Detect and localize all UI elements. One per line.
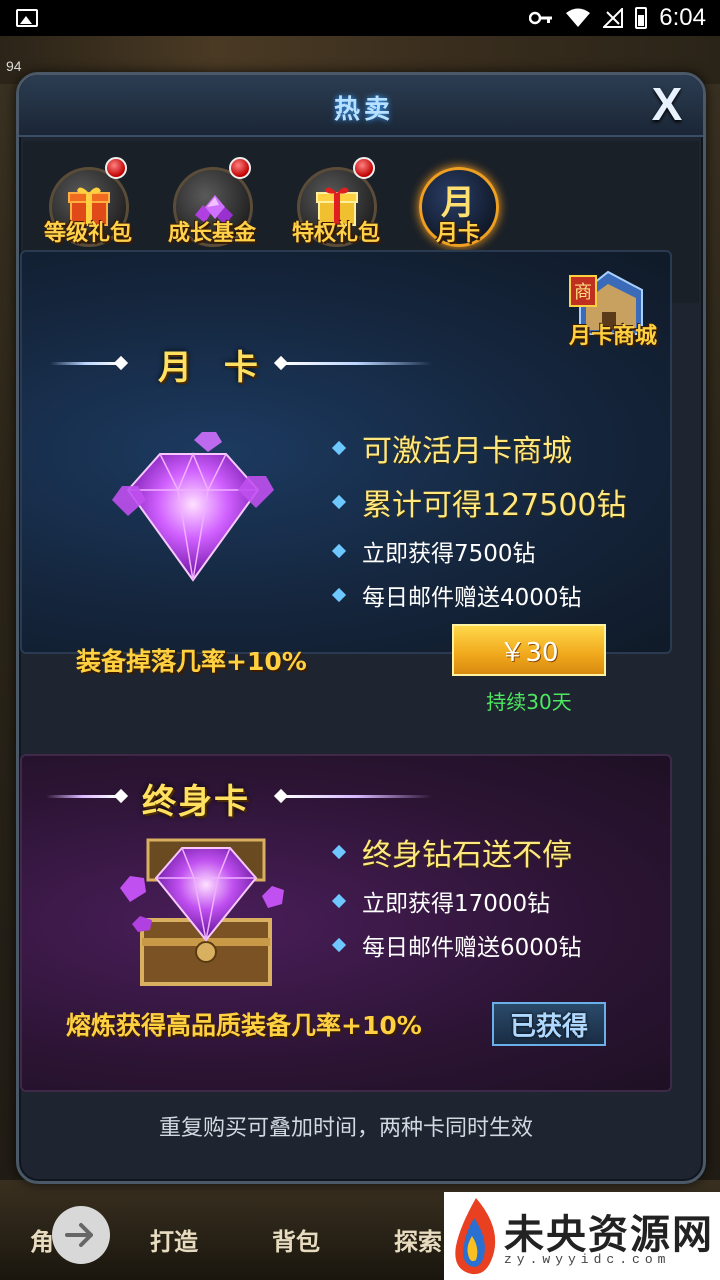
image-notification-icon (16, 9, 38, 27)
status-bar: 6:04 (0, 0, 720, 36)
feature-item: 终身钻石送不停 (331, 830, 572, 874)
month-card-bonus: 装备掉落几率+10% (76, 647, 307, 676)
purple-diamond-icon (112, 432, 274, 582)
feature-item: 每日邮件赠送4000钻 (331, 578, 582, 612)
feature-item: 可激活月卡商城 (331, 426, 572, 470)
dialog-title: 热卖 (333, 95, 394, 125)
tab-label: 成长基金 (167, 221, 256, 246)
footnote: 重复购买可叠加时间，两种卡同时生效 (158, 1116, 533, 1141)
month-card-duration: 持续30天 (486, 690, 572, 714)
nav-forge[interactable]: 打造 (150, 1222, 198, 1257)
notification-badge (105, 157, 127, 179)
nav-explore[interactable]: 探索 (394, 1222, 442, 1257)
arrow-right-icon (65, 1223, 93, 1247)
feature-item: 立即获得7500钻 (331, 534, 536, 568)
treasure-chest-icon (120, 838, 284, 986)
signal-icon (603, 8, 624, 28)
month-card-title: 月 卡 (158, 348, 268, 388)
flame-logo-icon (455, 1198, 496, 1275)
bullet-icon (331, 587, 347, 603)
bullet-icon (331, 543, 347, 559)
feature-item: 每日邮件赠送6000钻 (331, 928, 582, 962)
status-time: 6:04 (659, 4, 706, 31)
bullet-icon (331, 440, 347, 456)
title-deco-right (282, 795, 432, 798)
forward-button[interactable] (52, 1206, 110, 1264)
tab-label: 等级礼包 (43, 221, 132, 246)
close-button[interactable]: X (635, 78, 699, 130)
notification-badge (229, 157, 251, 179)
feature-item: 立即获得17000钻 (331, 884, 550, 918)
title-deco-right (282, 362, 432, 365)
title-deco-left (50, 362, 122, 365)
title-deco-left (46, 795, 118, 798)
shop-sign: 商 (574, 282, 592, 303)
wifi-icon (566, 8, 591, 27)
player-level: 94 (6, 58, 22, 74)
dialog-header: 热卖 X (19, 75, 703, 137)
buy-month-card-button[interactable]: ￥30 (452, 624, 606, 676)
lifetime-card-bonus: 熔炼获得高品质装备几率+10% (66, 1011, 422, 1040)
tab-label: 月卡 (435, 221, 480, 246)
vpn-key-icon (529, 11, 553, 25)
notification-badge (353, 157, 375, 179)
watermark-url: zy.wyyidc.com (504, 1252, 671, 1267)
bullet-icon (331, 893, 347, 909)
owned-status-button[interactable]: 已获得 (492, 1002, 606, 1046)
battery-icon (635, 7, 648, 29)
bullet-icon (331, 937, 347, 953)
bullet-icon (331, 844, 347, 860)
lifetime-card-title: 终身卡 (142, 782, 250, 822)
feature-item: 累计可得127500钻 (331, 480, 627, 524)
month-card-shop-label[interactable]: 月卡商城 (558, 318, 668, 350)
bullet-icon (331, 494, 347, 510)
tab-label: 特权礼包 (291, 221, 380, 246)
nav-bag[interactable]: 背包 (272, 1222, 320, 1257)
